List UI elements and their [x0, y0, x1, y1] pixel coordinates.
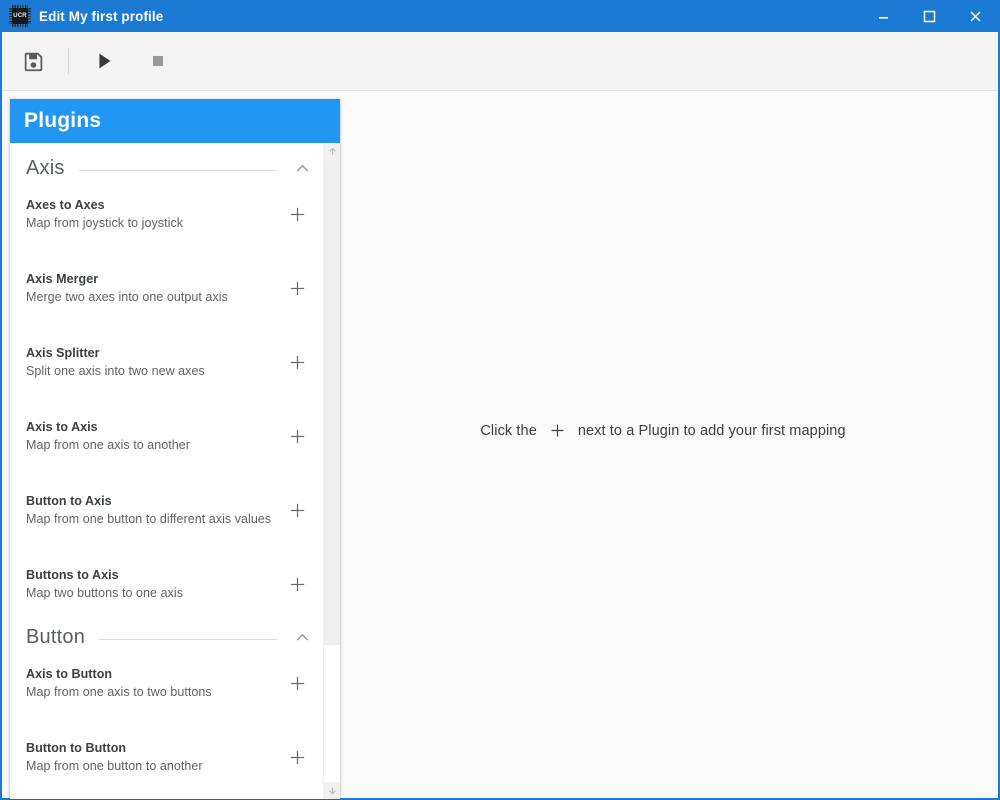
empty-state-text-after: next to a Plugin to add your first mappi… — [577, 422, 846, 439]
plus-icon — [549, 422, 566, 439]
plugin-name: Axes to Axes — [26, 197, 105, 212]
plugins-panel: Plugins Axis Axes to Axes Map from joystic… — [10, 99, 340, 799]
application-window: UCR Edit My first profile Click the next… — [0, 0, 1000, 800]
window-title: Edit My first profile — [39, 8, 164, 24]
plugin-info: Axis Splitter Split one axis into two new… — [26, 345, 277, 380]
scrollbar-track[interactable] — [324, 160, 340, 782]
plugin-info: Axis Merger Merge two axes into one outpu… — [26, 271, 277, 306]
stop-icon — [152, 55, 164, 67]
plugin-row[interactable]: Axis Merger Merge two axes into one outpu… — [10, 260, 323, 316]
plugin-name: Button to Button — [26, 740, 127, 755]
add-mapping-button[interactable] — [277, 674, 317, 693]
row-spacer — [10, 242, 323, 260]
plugin-description: Map from one axis to another — [26, 437, 190, 452]
content-area: Click the next to a Plugin to add your f… — [2, 91, 998, 799]
arrow-down-icon — [328, 787, 336, 795]
plugin-description: Split one axis into two new axes — [26, 363, 205, 378]
plugin-info: Button to Button Map from one button to a… — [26, 740, 277, 775]
plus-icon — [290, 750, 304, 764]
row-spacer — [10, 464, 323, 482]
maximize-icon — [923, 10, 935, 22]
plugin-description: Merge two axes into one output axis — [26, 289, 228, 304]
add-mapping-button[interactable] — [277, 353, 317, 372]
save-icon — [24, 52, 42, 71]
plugin-info: Axis to Axis Map from one axis to another — [26, 419, 277, 454]
close-icon — [969, 10, 981, 22]
plus-icon — [290, 207, 304, 221]
plus-icon — [290, 281, 304, 295]
section-title: Button — [26, 626, 86, 648]
plugins-list: Axis Axes to Axes Map from joystick to joy… — [10, 143, 323, 799]
plugin-row[interactable]: Button to Button Map from one button to a… — [10, 729, 323, 785]
empty-state-text-before: Click the — [480, 422, 537, 439]
plugin-name: Button to Axis — [26, 493, 112, 508]
scroll-down-button[interactable] — [324, 782, 340, 799]
window-controls — [860, 0, 998, 32]
section-title: Axis — [26, 157, 65, 179]
scroll-up-button[interactable] — [324, 143, 340, 160]
stop-button[interactable] — [141, 44, 175, 78]
title-bar: UCR Edit My first profile — [2, 0, 998, 32]
plugin-row[interactable]: Axis Splitter Split one axis into two new… — [10, 334, 323, 390]
plugin-row[interactable]: Button to Axis Map from one button to dif… — [10, 482, 323, 538]
arrow-up-icon — [328, 147, 336, 155]
toolbar-separator — [68, 48, 69, 74]
plugin-name: Axis to Axis — [26, 419, 98, 434]
plugins-scrollbar[interactable] — [323, 143, 340, 799]
plugin-row[interactable]: Axis to Button Map from one axis to two b… — [10, 655, 323, 711]
save-button[interactable] — [16, 44, 50, 78]
plugins-panel-title: Plugins — [24, 109, 102, 132]
plugin-row[interactable]: Buttons to Axis Map two buttons to one ax… — [10, 556, 323, 612]
close-button[interactable] — [952, 0, 998, 32]
chip-icon: UCR — [9, 5, 31, 27]
plugin-info: Button to Axis Map from one button to dif… — [26, 493, 277, 528]
add-mapping-button[interactable] — [277, 501, 317, 520]
plugin-description: Map from joystick to joystick — [26, 215, 184, 230]
add-mapping-button[interactable] — [277, 748, 317, 767]
plugin-info: Buttons to Axis Map two buttons to one ax… — [26, 567, 277, 602]
plugin-description: Map from one axis to two buttons — [26, 684, 212, 699]
plugin-description: Map from one button to another — [26, 758, 203, 773]
toolbar — [2, 32, 998, 91]
minimize-icon — [878, 16, 888, 19]
plus-icon — [290, 429, 304, 443]
plugin-info: Axis to Button Map from one axis to two b… — [26, 666, 277, 701]
play-icon — [99, 53, 111, 69]
plugin-name: Axis Splitter — [26, 345, 100, 360]
section-divider — [78, 170, 277, 171]
plugin-name: Buttons to Axis — [26, 567, 119, 582]
plugin-row[interactable]: Axes to Axes Map from joystick to joystic… — [10, 186, 323, 242]
add-mapping-button[interactable] — [277, 575, 317, 594]
plugin-description: Map two buttons to one axis — [26, 585, 183, 600]
row-spacer — [10, 711, 323, 729]
chevron-up-icon[interactable] — [291, 629, 317, 646]
add-mapping-button[interactable] — [277, 279, 317, 298]
scrollbar-thumb[interactable] — [324, 160, 340, 645]
section-header-axis[interactable]: Axis — [10, 143, 323, 186]
section-header-button[interactable]: Button — [10, 612, 323, 655]
plus-icon — [290, 355, 304, 369]
section-divider — [99, 639, 277, 640]
row-spacer — [10, 316, 323, 334]
run-button[interactable] — [87, 44, 121, 78]
plugin-info: Axes to Axes Map from joystick to joystic… — [26, 197, 277, 232]
plugin-name: Axis to Button — [26, 666, 113, 681]
plugins-panel-header: Plugins — [10, 99, 340, 143]
add-mapping-button[interactable] — [277, 205, 317, 224]
minimize-button[interactable] — [860, 0, 906, 32]
empty-state: Click the next to a Plugin to add your f… — [340, 91, 998, 798]
maximize-button[interactable] — [906, 0, 952, 32]
plugin-row[interactable]: Axis to Axis Map from one axis to another — [10, 408, 323, 464]
plus-icon — [290, 503, 304, 517]
row-spacer — [10, 390, 323, 408]
plus-icon — [290, 676, 304, 690]
row-spacer — [10, 538, 323, 556]
add-mapping-button[interactable] — [277, 427, 317, 446]
chevron-up-icon[interactable] — [291, 160, 317, 177]
plugin-name: Axis Merger — [26, 271, 99, 286]
plus-icon — [290, 577, 304, 591]
plugin-description: Map from one button to different axis va… — [26, 511, 272, 526]
app-icon-label: UCR — [13, 13, 27, 19]
section-header-filter[interactable]: Filter — [10, 785, 323, 799]
